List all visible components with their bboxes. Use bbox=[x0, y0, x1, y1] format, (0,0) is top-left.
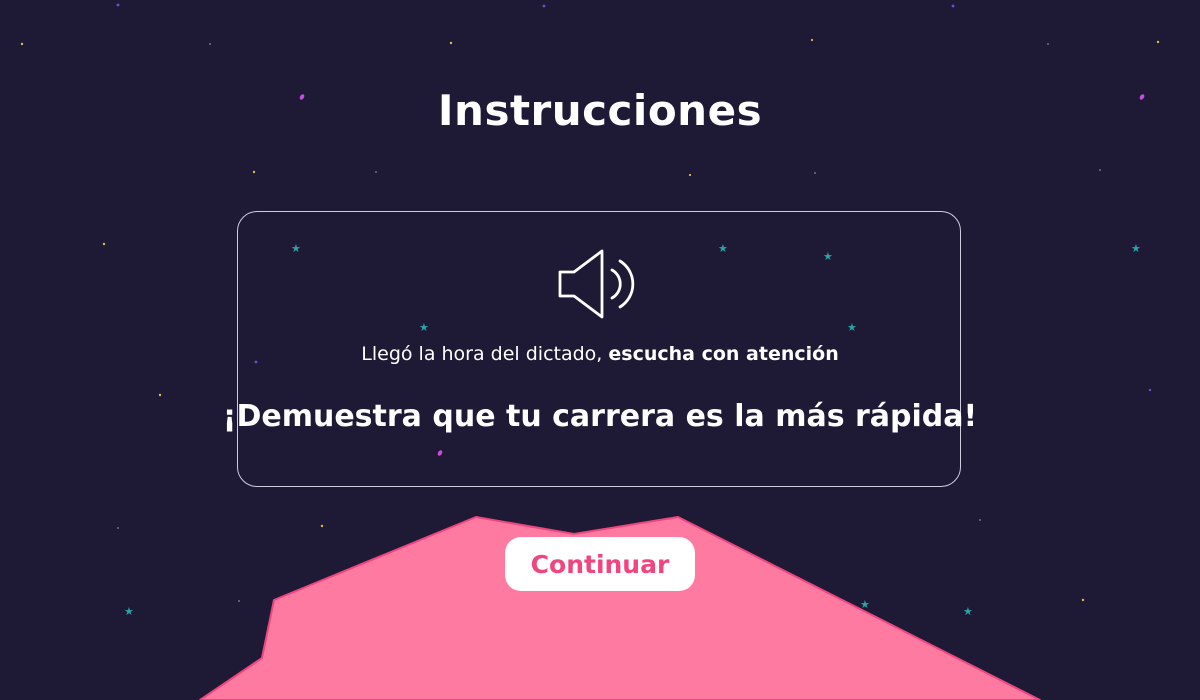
instructions-screen: ★ ★ ★ ★ ★ ★ ★ ★ ★ Instrucciones Llegó la hora … bbox=[0, 0, 1200, 700]
instruction-text-normal: Llegó la hora del dictado, bbox=[361, 343, 609, 365]
page-title: Instrucciones bbox=[437, 86, 763, 135]
instruction-text: Llegó la hora del dictado, escucha con a… bbox=[0, 343, 1200, 365]
continue-button[interactable]: Continuar bbox=[505, 537, 695, 591]
instruction-text-bold: escucha con atención bbox=[608, 343, 839, 365]
challenge-headline: ¡Demuestra que tu carrera es la más rápi… bbox=[222, 399, 978, 434]
speaker-volume-icon bbox=[558, 249, 635, 319]
